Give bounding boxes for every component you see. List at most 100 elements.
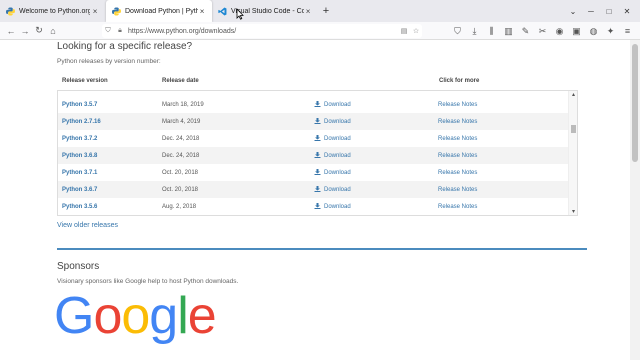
sponsors-heading: Sponsors: [57, 261, 100, 272]
page-scrollbar[interactable]: [630, 40, 640, 360]
view-older-releases-link[interactable]: View older releases: [57, 222, 118, 229]
release-version-link[interactable]: Python 3.6.7: [62, 187, 97, 193]
release-row: Python 3.6.7 Oct. 20, 2018 Download Rele…: [58, 181, 570, 198]
tab-download-python[interactable]: Download Python | Python.org ×: [106, 0, 212, 22]
url-text[interactable]: https://www.python.org/downloads/: [128, 28, 236, 35]
scroll-down-arrow-icon[interactable]: ▾: [569, 208, 577, 215]
release-date: March 18, 2019: [162, 101, 204, 108]
navigation-toolbar: ← → ↻ ⌂ ⛉ 🔒︎ https://www.python.org/down…: [0, 22, 640, 40]
tab-title: Welcome to Python.org: [19, 7, 91, 15]
shield-icon[interactable]: ⛉: [102, 27, 114, 35]
release-list[interactable]: Python 3.5.7 March 18, 2019 Download Rel…: [57, 90, 578, 216]
page-content: Looking for a specific release? Python r…: [0, 40, 630, 360]
release-date: Aug. 2, 2018: [162, 203, 197, 210]
reader-view-icon[interactable]: ▤: [398, 27, 410, 35]
tools-icon[interactable]: ✎: [517, 24, 534, 38]
addon-icon[interactable]: ◍: [585, 24, 602, 38]
screenshot-icon[interactable]: ✂: [534, 24, 551, 38]
release-version-link[interactable]: Python 3.7.2: [62, 136, 97, 142]
release-row: Python 3.6.8 Dec. 24, 2018 Download Rele…: [58, 147, 570, 164]
release-version-link[interactable]: Python 2.7.16: [62, 119, 101, 125]
release-notes-link[interactable]: Release Notes: [438, 170, 477, 176]
extension-icon[interactable]: ◉: [551, 24, 568, 38]
download-link[interactable]: Download: [314, 203, 351, 210]
column-release-version: Release version: [62, 78, 108, 84]
releases-subheading: Python releases by version number:: [57, 58, 161, 65]
lock-icon[interactable]: 🔒︎: [114, 27, 126, 35]
download-icon: [314, 135, 321, 141]
mouse-cursor-icon: [236, 8, 244, 20]
specific-release-heading: Looking for a specific release?: [57, 41, 193, 52]
back-arrow-icon[interactable]: ←: [4, 24, 18, 38]
tab-close-icon[interactable]: ×: [304, 7, 312, 16]
close-window-button[interactable]: ✕: [618, 7, 636, 16]
tab-close-icon[interactable]: ×: [198, 7, 206, 16]
python-favicon-icon: [112, 6, 121, 16]
tab-vscode[interactable]: Visual Studio Code - Code Edi ×: [212, 0, 318, 22]
release-version-link[interactable]: Python 3.6.8: [62, 153, 97, 159]
release-list-scrollbar[interactable]: ▴ ▾: [568, 91, 577, 215]
library-icon[interactable]: ⫼: [483, 24, 500, 38]
sidebar-icon[interactable]: ▥: [500, 24, 517, 38]
release-version-link[interactable]: Python 3.7.1: [62, 170, 97, 176]
download-link[interactable]: Download: [314, 101, 351, 108]
download-icon: [314, 152, 321, 158]
new-tab-button[interactable]: +: [318, 0, 334, 22]
tab-title: Download Python | Python.org: [125, 7, 199, 15]
release-notes-link[interactable]: Release Notes: [438, 102, 477, 108]
release-notes-link[interactable]: Release Notes: [438, 119, 477, 125]
container-icon[interactable]: ▣: [568, 24, 585, 38]
sponsors-description: Visionary sponsors like Google help to h…: [57, 278, 239, 285]
download-icon: [314, 186, 321, 192]
release-row: Python 2.7.16 March 4, 2019 Download Rel…: [58, 113, 570, 130]
page-scroll-thumb[interactable]: [632, 44, 638, 162]
google-sponsor-logo[interactable]: Google: [54, 286, 217, 346]
release-notes-link[interactable]: Release Notes: [438, 153, 477, 159]
download-icon: [314, 203, 321, 209]
download-link[interactable]: Download: [314, 135, 351, 142]
release-row: Python 3.7.1 Oct. 20, 2018 Download Rele…: [58, 164, 570, 181]
release-date: Oct. 20, 2018: [162, 186, 199, 193]
reload-icon[interactable]: ↻: [32, 24, 46, 38]
release-date: Dec. 24, 2018: [162, 152, 200, 159]
release-date: March 4, 2019: [162, 118, 201, 125]
release-notes-link[interactable]: Release Notes: [438, 204, 477, 210]
download-link[interactable]: Download: [314, 186, 351, 193]
downloads-icon[interactable]: ⤓: [466, 24, 483, 38]
list-tabs-icon[interactable]: ⌄: [564, 7, 582, 16]
release-version-link[interactable]: Python 3.5.6: [62, 204, 97, 210]
release-list-scroll-thumb[interactable]: [571, 125, 576, 133]
section-divider: [57, 248, 587, 250]
release-notes-link[interactable]: Release Notes: [438, 187, 477, 193]
pocket-icon[interactable]: ⛉: [449, 24, 466, 38]
python-favicon-icon: [6, 6, 15, 16]
bookmark-star-icon[interactable]: ☆: [410, 27, 422, 35]
column-click-for-more: Click for more: [439, 78, 480, 84]
forward-arrow-icon[interactable]: →: [18, 24, 32, 38]
download-icon: [314, 118, 321, 124]
menu-icon[interactable]: ≡: [619, 24, 636, 38]
release-date: Dec. 24, 2018: [162, 135, 200, 142]
home-icon[interactable]: ⌂: [46, 24, 60, 38]
scroll-up-arrow-icon[interactable]: ▴: [569, 91, 577, 98]
download-icon: [314, 101, 321, 107]
minimize-button[interactable]: ─: [582, 7, 600, 16]
download-icon: [314, 169, 321, 175]
tab-close-icon[interactable]: ×: [90, 7, 100, 16]
release-row: Python 3.5.6 Aug. 2, 2018 Download Relea…: [58, 198, 570, 215]
address-bar[interactable]: ⛉ 🔒︎ https://www.python.org/downloads/ ▤…: [102, 24, 422, 38]
release-version-link[interactable]: Python 3.5.7: [62, 102, 97, 108]
vscode-favicon-icon: [218, 7, 227, 15]
tab-welcome-python[interactable]: Welcome to Python.org ×: [0, 0, 106, 22]
maximize-button[interactable]: □: [600, 7, 618, 16]
addon-puzzle-icon[interactable]: ✦: [602, 24, 619, 38]
tab-strip: Welcome to Python.org × Download Python …: [0, 0, 640, 22]
release-date: Oct. 20, 2018: [162, 169, 199, 176]
release-notes-link[interactable]: Release Notes: [438, 136, 477, 142]
column-release-date: Release date: [162, 78, 199, 84]
release-row: Python 3.7.2 Dec. 24, 2018 Download Rele…: [58, 130, 570, 147]
download-link[interactable]: Download: [314, 118, 351, 125]
download-link[interactable]: Download: [314, 169, 351, 176]
download-link[interactable]: Download: [314, 152, 351, 159]
release-row: Python 3.5.7 March 18, 2019 Download Rel…: [58, 96, 570, 113]
